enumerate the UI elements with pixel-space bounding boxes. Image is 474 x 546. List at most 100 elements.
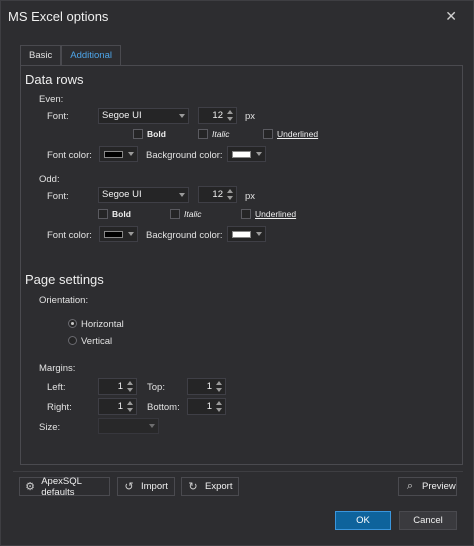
margin-left-label: Left: — [47, 382, 66, 393]
odd-bold-label: Bold — [112, 209, 131, 219]
odd-font-value: Segoe UI — [102, 189, 142, 200]
tab-strip: Basic Additional — [20, 45, 121, 66]
odd-font-select[interactable]: Segoe UI — [98, 187, 189, 203]
even-background-color-label: Background color: — [146, 150, 223, 161]
page-size-select[interactable] — [98, 418, 159, 434]
chevron-down-icon — [149, 424, 155, 428]
vertical-radio[interactable] — [68, 336, 77, 345]
odd-font-color-picker[interactable] — [99, 226, 138, 242]
title-bar: MS Excel options ✕ — [1, 1, 473, 33]
odd-italic-label: Italic — [184, 209, 202, 219]
margin-bottom-label: Bottom: — [147, 402, 180, 413]
even-bold-label: Bold — [147, 129, 166, 139]
window-title: MS Excel options — [8, 9, 109, 24]
export-label: Export — [205, 481, 233, 492]
spin-up-icon[interactable] — [216, 381, 222, 385]
size-label: Size: — [39, 422, 61, 433]
tab-basic[interactable]: Basic — [20, 45, 62, 66]
odd-font-size-value: 12 — [212, 189, 223, 200]
footer-divider — [13, 471, 463, 472]
spin-down-icon[interactable] — [216, 408, 222, 412]
even-background-color-picker[interactable] — [227, 146, 266, 162]
gear-icon: ⚙ — [25, 481, 36, 493]
margin-top-label: Top: — [147, 382, 165, 393]
chevron-down-icon — [256, 152, 262, 156]
close-icon[interactable]: ✕ — [445, 8, 457, 25]
odd-font-size-stepper[interactable]: 12 — [198, 186, 237, 203]
spin-up-icon[interactable] — [127, 381, 133, 385]
even-font-color-picker[interactable] — [99, 146, 138, 162]
spin-down-icon[interactable] — [127, 408, 133, 412]
spin-up-icon[interactable] — [227, 110, 233, 114]
odd-underlined-checkbox[interactable] — [241, 209, 251, 219]
even-group-label: Even: — [39, 94, 64, 105]
tab-additional[interactable]: Additional — [61, 45, 121, 66]
spin-up-icon[interactable] — [216, 401, 222, 405]
even-font-select[interactable]: Segoe UI — [98, 108, 189, 124]
tab-panel-additional: Data rows Even: Font: Segoe UI 12 px Bol… — [20, 65, 463, 465]
chevron-down-icon — [128, 232, 134, 236]
even-font-color-swatch — [104, 151, 123, 158]
margin-top-stepper[interactable]: 1 — [187, 378, 226, 395]
data-rows-title: Data rows — [25, 72, 84, 87]
margins-label: Margins: — [39, 363, 76, 374]
odd-italic-checkbox[interactable] — [170, 209, 180, 219]
chevron-down-icon — [128, 152, 134, 156]
apexsql-defaults-button[interactable]: ⚙ ApexSQL defaults — [19, 475, 110, 498]
odd-underlined-label: Underlined — [255, 209, 297, 219]
even-size-unit: px — [245, 111, 256, 122]
page-settings-title: Page settings — [25, 272, 104, 287]
ok-button[interactable]: OK — [335, 511, 391, 530]
preview-label: Preview — [422, 481, 456, 492]
orientation-label: Orientation: — [39, 295, 89, 306]
margin-right-value: 1 — [117, 401, 123, 412]
odd-background-color-picker[interactable] — [227, 226, 266, 242]
even-font-value: Segoe UI — [102, 110, 142, 121]
horizontal-radio[interactable] — [68, 319, 77, 328]
even-bold-checkbox[interactable] — [133, 129, 143, 139]
spin-down-icon[interactable] — [127, 388, 133, 392]
cancel-button[interactable]: Cancel — [399, 511, 457, 530]
apexsql-defaults-label: ApexSQL defaults — [41, 475, 82, 498]
odd-font-color-swatch — [104, 231, 123, 238]
odd-size-unit: px — [245, 191, 256, 202]
spin-down-icon[interactable] — [216, 388, 222, 392]
margin-right-label: Right: — [47, 402, 72, 413]
odd-font-label: Font: — [47, 191, 69, 202]
import-icon: ↺ — [124, 481, 134, 493]
spin-down-icon[interactable] — [227, 196, 233, 200]
spin-up-icon[interactable] — [227, 189, 233, 193]
even-font-color-label: Font color: — [47, 150, 92, 161]
spin-up-icon[interactable] — [127, 401, 133, 405]
even-background-color-swatch — [232, 151, 251, 158]
export-icon: ↻ — [188, 481, 198, 493]
even-underlined-label: Underlined — [277, 129, 319, 139]
chevron-down-icon — [179, 114, 185, 118]
odd-background-color-label: Background color: — [146, 230, 223, 241]
even-underlined-checkbox[interactable] — [263, 129, 273, 139]
import-label: Import — [141, 481, 168, 492]
horizontal-label: Horizontal — [81, 319, 124, 330]
odd-background-color-swatch — [232, 231, 251, 238]
preview-button[interactable]: ⌕ Preview — [398, 477, 457, 496]
chevron-down-icon — [179, 193, 185, 197]
spin-down-icon[interactable] — [227, 117, 233, 121]
margin-bottom-value: 1 — [206, 401, 212, 412]
margin-bottom-stepper[interactable]: 1 — [187, 398, 226, 415]
margin-left-stepper[interactable]: 1 — [98, 378, 137, 395]
even-font-size-stepper[interactable]: 12 — [198, 107, 237, 124]
margin-right-stepper[interactable]: 1 — [98, 398, 137, 415]
chevron-down-icon — [256, 232, 262, 236]
even-italic-checkbox[interactable] — [198, 129, 208, 139]
odd-font-color-label: Font color: — [47, 230, 92, 241]
even-font-size-value: 12 — [212, 110, 223, 121]
margin-left-value: 1 — [117, 381, 123, 392]
vertical-label: Vertical — [81, 336, 113, 347]
odd-group-label: Odd: — [39, 174, 60, 185]
odd-bold-checkbox[interactable] — [98, 209, 108, 219]
import-button[interactable]: ↺ Import — [117, 477, 175, 496]
excel-options-dialog: MS Excel options ✕ Basic Additional Data… — [0, 0, 474, 546]
margin-top-value: 1 — [206, 381, 212, 392]
export-button[interactable]: ↻ Export — [181, 477, 239, 496]
even-font-label: Font: — [47, 111, 69, 122]
